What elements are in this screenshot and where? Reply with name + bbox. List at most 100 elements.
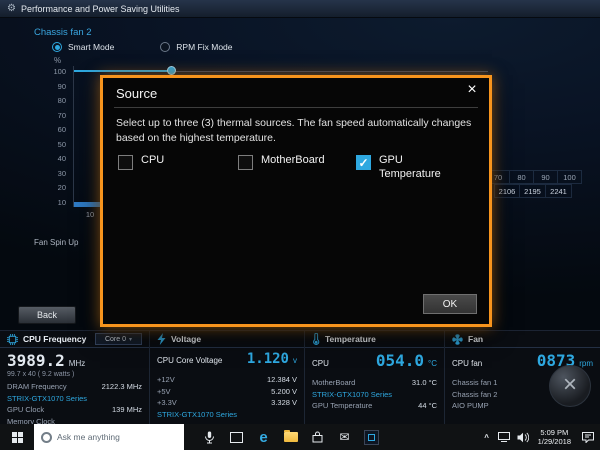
section-header: Voltage [150, 331, 304, 348]
hardware-monitor-panel: CPU Frequency Core 0▾ 3989.2 MHz 99.7 x … [0, 330, 600, 424]
store-icon[interactable] [304, 424, 331, 450]
metric-row: STRIX-GTX1070 Series [150, 409, 304, 421]
checkbox-box: ✓ [356, 155, 371, 170]
y-axis-line [73, 66, 74, 207]
task-view-icon[interactable] [223, 424, 250, 450]
y-axis-tick: 70 [44, 111, 66, 120]
metric-rows: +12V12.384 V +5V 5.200 V +3.3V3.328 V STR… [150, 374, 304, 420]
edge-browser-icon[interactable]: e [250, 424, 277, 450]
metric-value: 5.200 V [271, 386, 297, 398]
checkbox-label: GPU Temperature [379, 154, 463, 181]
utilities-icon: ⚙ [7, 4, 16, 14]
voltage-value: 1.120 [247, 351, 289, 367]
core-selector-value: Core 0 [105, 336, 126, 343]
ok-button[interactable]: OK [423, 294, 477, 314]
radio-rpm-fix-mode[interactable]: RPM Fix Mode [160, 42, 232, 52]
cpu-chip-icon [7, 334, 18, 345]
y-axis-tick: 50 [44, 140, 66, 149]
titlebar: ⚙ Performance and Power Saving Utilities [0, 0, 600, 18]
metric-rows: MotherBoard31.0 °C STRIX-GTX1070 Series … [305, 377, 444, 412]
temperature-section: Temperature CPU 054.0°C MotherBoard31.0 … [305, 331, 445, 425]
fan-table-header-row: 70 80 90 100 [486, 170, 582, 184]
chassis-fan-title: Chassis fan 2 [34, 27, 92, 38]
metric-label: STRIX-GTX1070 Series [312, 389, 392, 401]
metric-rows: DRAM Frequency2122.3 MHz STRIX-GTX1070 S… [0, 381, 149, 425]
dialog-title: Source [116, 86, 157, 101]
y-axis-tick: 90 [44, 82, 66, 91]
voltage-section: Voltage CPU Core Voltage 1.120v +12V12.3… [150, 331, 305, 425]
thermometer-icon [312, 333, 320, 345]
checkbox-cpu[interactable]: ✓ CPU [118, 154, 238, 181]
cpu-frequency-section: CPU Frequency Core 0▾ 3989.2 MHz 99.7 x … [0, 331, 150, 425]
cpu-frequency-value: 3989.2 [7, 351, 65, 370]
cpu-frequency-detail: 99.7 x 40 ( 9.2 watts ) [0, 370, 149, 378]
section-header: CPU Frequency Core 0▾ [0, 331, 149, 348]
metric-value: 31.0 °C [412, 377, 437, 389]
fan-icon [452, 334, 463, 345]
fan-table-rpm-row: 2106 2195 2241 [494, 184, 572, 198]
metric-label: STRIX-GTX1070 Series [7, 393, 87, 405]
y-axis-tick: 10 [44, 198, 66, 207]
close-icon[interactable]: × [463, 81, 481, 99]
core-selector[interactable]: Core 0▾ [95, 333, 142, 345]
voltage-main-row: CPU Core Voltage 1.120v [150, 348, 304, 367]
file-explorer-icon[interactable] [277, 424, 304, 450]
temperature-unit: °C [428, 359, 437, 368]
fan-table-temp-cell: 100 [558, 170, 582, 184]
checkbox-motherboard[interactable]: ✓ MotherBoard [238, 154, 356, 181]
checkbox-box: ✓ [118, 155, 133, 170]
search-input[interactable] [57, 432, 169, 442]
metric-label: +5V [157, 386, 171, 398]
section-title: Temperature [325, 334, 376, 344]
dialog-description: Select up to three (3) thermal sources. … [116, 116, 484, 145]
action-center-icon[interactable] [576, 424, 600, 450]
temperature-value: 054.0 [376, 351, 424, 370]
cpu-frequency-value-row: 3989.2 MHz [0, 348, 149, 370]
metric-label: +3.3V [157, 397, 177, 409]
check-icon: ✓ [357, 156, 370, 169]
thermal-source-options: ✓ CPU ✓ MotherBoard ✓ GPU Temperature [118, 154, 478, 181]
radio-smart-mode[interactable]: Smart Mode [52, 42, 114, 52]
fan-disable-button[interactable]: × [549, 365, 591, 407]
fan-section: Fan CPU fan 0873rpm Chassis fan 1 Chassi… [445, 331, 600, 425]
metric-value: 139 MHz [112, 404, 142, 416]
volume-icon[interactable] [514, 424, 533, 450]
y-axis-tick: 30 [44, 169, 66, 178]
mail-icon[interactable]: ✉ [331, 424, 358, 450]
taskbar-search[interactable] [34, 424, 184, 450]
radio-label: Smart Mode [68, 42, 114, 52]
checkbox-gpu-temperature[interactable]: ✓ GPU Temperature [356, 154, 478, 181]
windows-taskbar: e ✉ ^ 5:09 PM 1/29/2018 [0, 424, 600, 450]
taskbar-icons: e ✉ [196, 424, 385, 450]
source-dialog: Source × Select up to three (3) thermal … [100, 75, 492, 327]
section-header: Temperature [305, 331, 444, 348]
fan-curve-segment [74, 70, 170, 72]
microphone-icon[interactable] [196, 424, 223, 450]
fan-main-label: CPU fan [452, 359, 482, 368]
back-button[interactable]: Back [18, 306, 76, 324]
metric-row: STRIX-GTX1070 Series [305, 389, 444, 401]
taskbar-clock[interactable]: 5:09 PM 1/29/2018 [533, 428, 576, 447]
metric-label: MotherBoard [312, 377, 355, 389]
x-icon: × [563, 373, 577, 397]
metric-label: DRAM Frequency [7, 381, 67, 393]
checkbox-box: ✓ [238, 155, 253, 170]
voltage-bolt-icon [157, 333, 166, 345]
system-tray: ^ 5:09 PM 1/29/2018 [479, 424, 600, 450]
metric-row: GPU Temperature 44 °C [305, 400, 444, 412]
tray-expand-icon[interactable]: ^ [479, 433, 495, 442]
metric-label: GPU Temperature [312, 400, 372, 412]
checkbox-label: CPU [141, 154, 164, 181]
app-window-icon[interactable] [358, 424, 385, 450]
section-header: Fan [445, 331, 600, 348]
metric-label: +12V [157, 374, 175, 386]
fan-curve-handle[interactable] [167, 66, 176, 75]
app-window: ⚙ Performance and Power Saving Utilities… [0, 0, 600, 450]
y-axis-tick: 60 [44, 125, 66, 134]
network-icon[interactable] [495, 424, 514, 450]
windows-logo-icon [12, 432, 23, 443]
start-button[interactable] [0, 424, 34, 450]
metric-row: +12V12.384 V [150, 374, 304, 386]
metric-row: +3.3V3.328 V [150, 397, 304, 409]
metric-value: 44 °C [418, 400, 437, 412]
